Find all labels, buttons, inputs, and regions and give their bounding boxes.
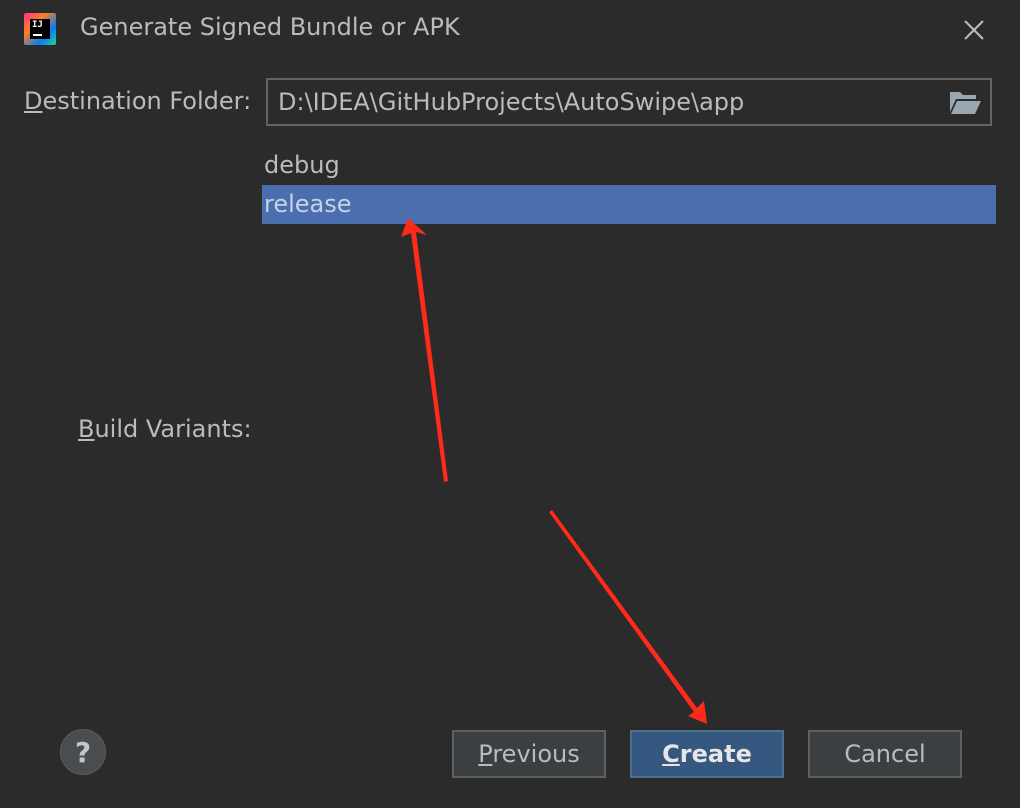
variant-item-release[interactable]: release [262,185,996,224]
close-icon [964,20,984,40]
previous-button[interactable]: Previous [452,730,606,778]
close-button[interactable] [958,14,990,46]
title-bar: IJ Generate Signed Bundle or APK [0,0,1020,58]
build-variants-label: Build Variants: [78,415,252,443]
create-button[interactable]: Create [630,730,784,778]
intellij-idea-icon: IJ [24,13,56,45]
folder-open-icon [950,92,981,114]
variant-item-debug[interactable]: debug [262,146,996,185]
build-variants-list[interactable]: debug release [262,146,996,224]
destination-folder-input[interactable] [278,86,938,118]
dialog-title: Generate Signed Bundle or APK [80,13,460,41]
arrow-to-release [401,218,448,482]
browse-folder-button[interactable] [948,88,982,116]
destination-folder-label: Destination Folder: [24,87,252,115]
cancel-button[interactable]: Cancel [808,730,962,778]
generate-signed-bundle-dialog: IJ Generate Signed Bundle or APK Destina… [0,0,1020,808]
destination-folder-field[interactable] [266,78,992,126]
arrow-to-create [549,510,707,724]
help-button[interactable]: ? [60,729,106,775]
